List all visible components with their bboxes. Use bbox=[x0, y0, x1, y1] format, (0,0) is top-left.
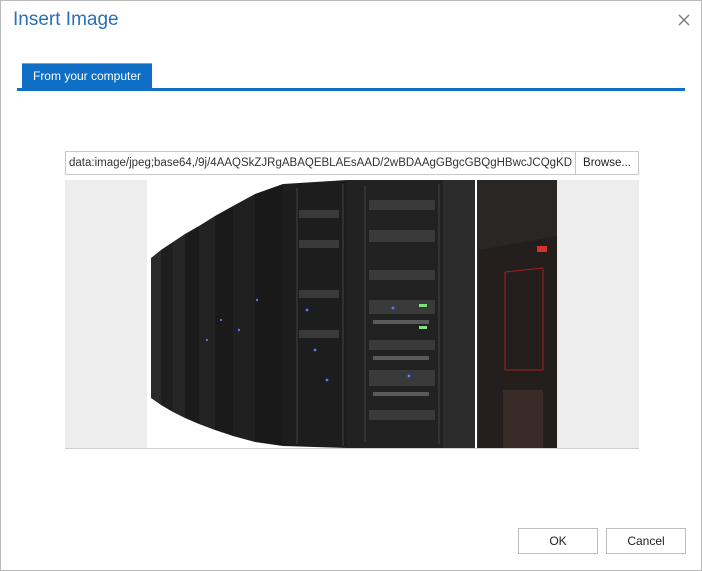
server-racks-photo bbox=[147, 180, 557, 448]
tab-from-your-computer[interactable]: From your computer bbox=[22, 63, 152, 89]
dialog-title: Insert Image bbox=[13, 9, 119, 30]
tab-bar: From your computer bbox=[17, 63, 685, 91]
close-icon[interactable] bbox=[677, 13, 691, 27]
cancel-button[interactable]: Cancel bbox=[606, 528, 686, 554]
ok-button[interactable]: OK bbox=[518, 528, 598, 554]
insert-image-dialog: Insert Image From your computer Browse..… bbox=[0, 0, 702, 571]
image-preview bbox=[65, 180, 639, 449]
browse-button[interactable]: Browse... bbox=[575, 151, 639, 175]
tab-underline bbox=[17, 88, 685, 91]
image-source-input[interactable] bbox=[65, 151, 576, 175]
